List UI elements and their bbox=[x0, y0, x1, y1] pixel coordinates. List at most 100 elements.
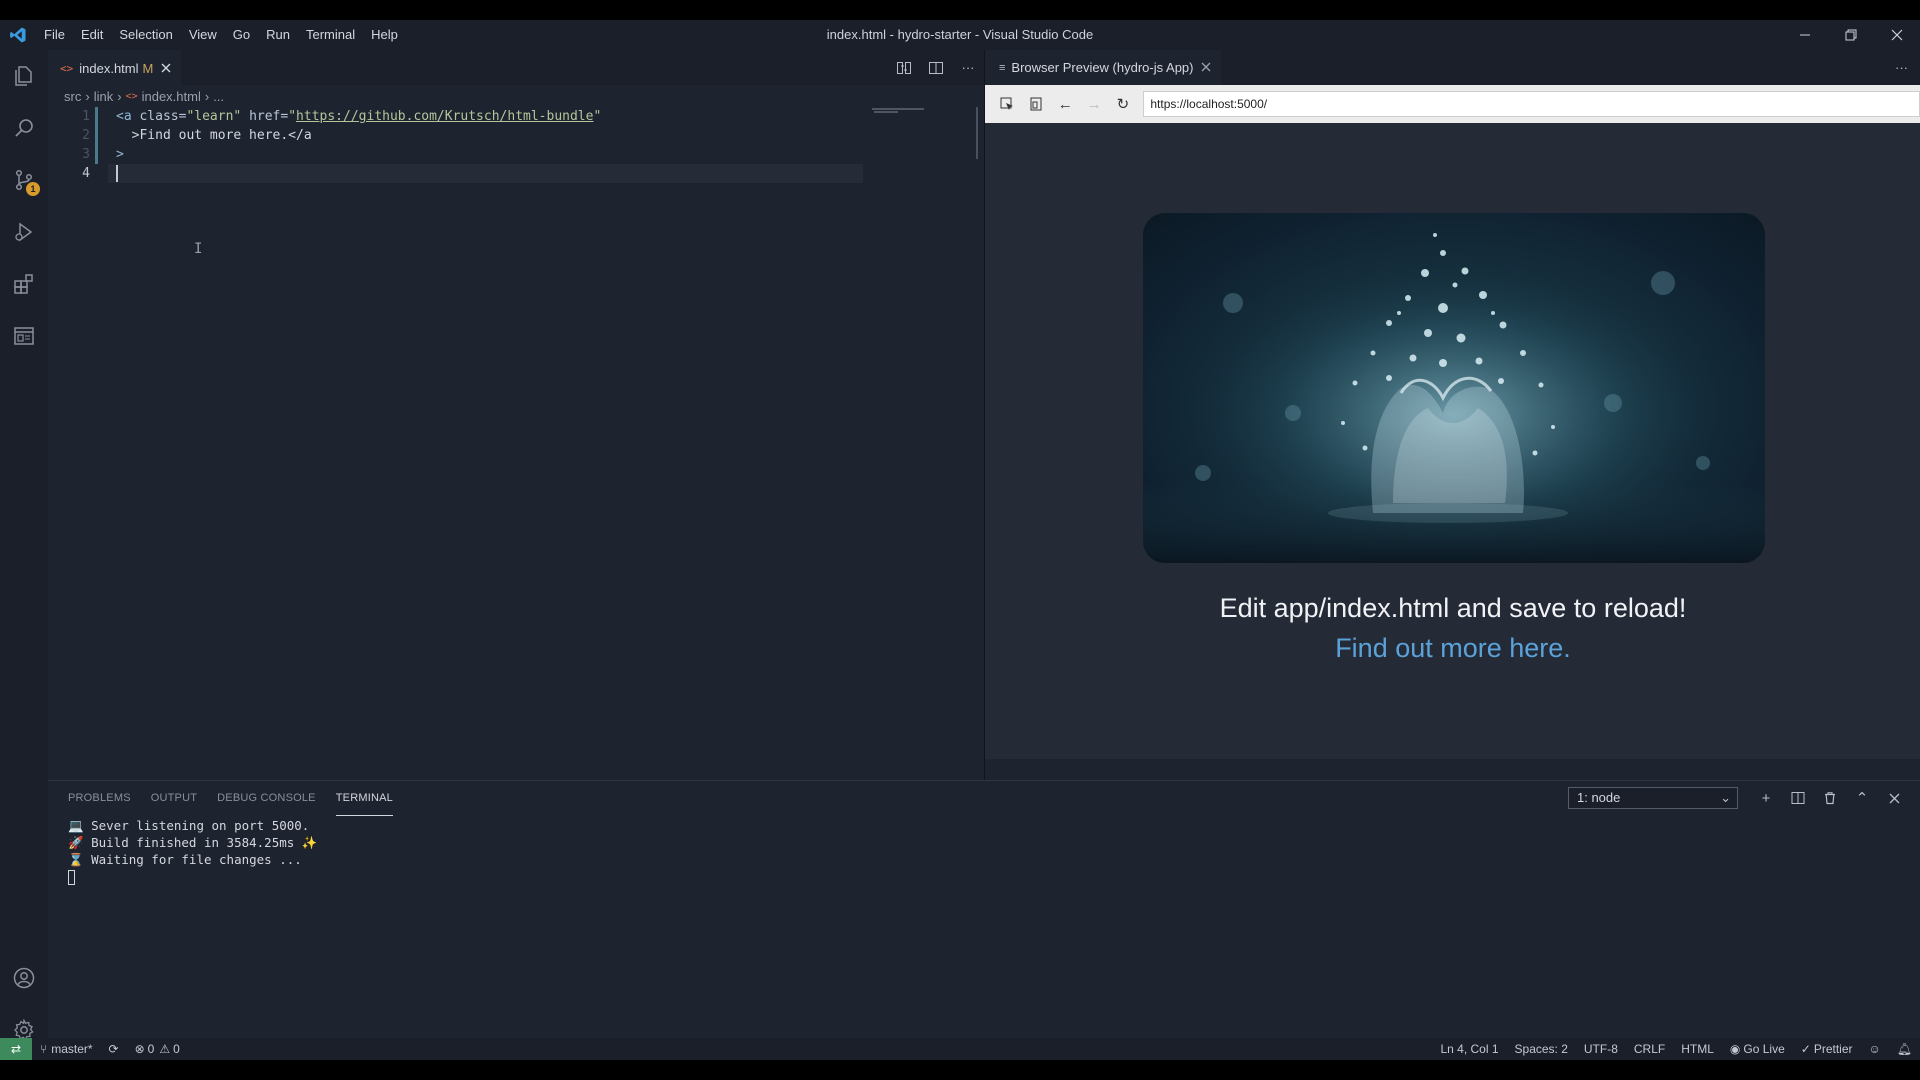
maximize-panel-button[interactable]: ⌃ bbox=[1846, 787, 1878, 809]
close-tab-button[interactable] bbox=[161, 61, 171, 76]
chevron-down-icon: ⌄ bbox=[1720, 790, 1731, 805]
more-actions-button[interactable]: ··· bbox=[952, 50, 984, 85]
breadcrumb: src › link › <> index.html › ... bbox=[48, 85, 984, 107]
notifications-button[interactable]: 🔔︎ bbox=[1889, 1042, 1920, 1056]
menu-view[interactable]: View bbox=[181, 20, 225, 50]
chevron-right-icon: › bbox=[117, 88, 122, 104]
accounts-button[interactable] bbox=[0, 954, 48, 1002]
code-editor[interactable]: 1 <a class="learn" href="https://github.… bbox=[48, 107, 868, 747]
editor-tabs: <> index.html M ··· bbox=[48, 50, 984, 85]
terminal-select[interactable]: 1: node ⌄ bbox=[1568, 787, 1738, 809]
split-icon bbox=[1791, 792, 1805, 804]
inspect-icon bbox=[1000, 97, 1014, 110]
branch-name: master* bbox=[51, 1042, 93, 1056]
encoding[interactable]: UTF-8 bbox=[1576, 1042, 1626, 1056]
breadcrumb-link[interactable]: link bbox=[94, 89, 114, 104]
menu-help[interactable]: Help bbox=[363, 20, 406, 50]
ellipsis-icon: ··· bbox=[1895, 60, 1908, 75]
editor-group: <> index.html M ··· src › link › <> inde… bbox=[48, 50, 984, 780]
modified-indicator: M bbox=[142, 60, 154, 76]
tab-browser-preview[interactable]: ≡ Browser Preview (hydro-js App) bbox=[985, 50, 1222, 85]
device-emulation-button[interactable] bbox=[1022, 89, 1051, 119]
menu-go[interactable]: Go bbox=[225, 20, 258, 50]
broadcast-icon: ◉ bbox=[1729, 1042, 1741, 1056]
inspect-button[interactable] bbox=[993, 89, 1022, 119]
split-terminal-button[interactable] bbox=[1782, 787, 1814, 809]
code-text: >Find out more here.</a bbox=[116, 128, 312, 143]
compare-changes-icon bbox=[897, 61, 911, 74]
menu-file[interactable]: File bbox=[36, 20, 73, 50]
chevron-up-icon: ⌃ bbox=[1855, 790, 1869, 807]
source-control-button[interactable]: 1 bbox=[0, 156, 48, 204]
cursor-position[interactable]: Ln 4, Col 1 bbox=[1432, 1042, 1506, 1056]
find-out-more-link[interactable]: Find out more here. bbox=[985, 633, 1920, 664]
feedback-button[interactable]: ☺ bbox=[1861, 1042, 1889, 1056]
remote-icon: ⇄ bbox=[10, 1042, 22, 1056]
back-button[interactable]: ← bbox=[1051, 89, 1080, 119]
files-icon bbox=[15, 66, 32, 86]
more-actions-button[interactable]: ··· bbox=[1895, 50, 1908, 85]
terminal-output[interactable]: 💻 Sever listening on port 5000. 🚀 Build … bbox=[68, 817, 317, 885]
page-heading: Edit app/index.html and save to reload! bbox=[1219, 593, 1687, 623]
tab-problems[interactable]: PROBLEMS bbox=[68, 781, 131, 816]
menu-run[interactable]: Run bbox=[258, 20, 298, 50]
go-live-button[interactable]: ◉ Go Live bbox=[1722, 1042, 1793, 1056]
go-live-label: Go Live bbox=[1743, 1042, 1785, 1056]
sync-button[interactable]: ⟳ bbox=[101, 1042, 127, 1056]
line-number: 1 bbox=[82, 109, 90, 124]
menu-bar: File Edit Selection View Go Run Terminal… bbox=[36, 20, 406, 50]
browser-preview-icon bbox=[14, 327, 34, 345]
prettier-status[interactable]: ✓ Prettier bbox=[1793, 1042, 1861, 1056]
close-window-button[interactable] bbox=[1874, 20, 1920, 50]
close-panel-button[interactable] bbox=[1878, 787, 1910, 809]
tab-label: Browser Preview (hydro-js App) bbox=[1011, 60, 1194, 75]
new-terminal-button[interactable]: + bbox=[1750, 787, 1782, 809]
close-icon bbox=[1891, 29, 1903, 41]
browser-preview-group: ≡ Browser Preview (hydro-js App) ··· ← →… bbox=[984, 50, 1920, 780]
code-line: 4 bbox=[48, 164, 868, 183]
menu-terminal[interactable]: Terminal bbox=[298, 20, 363, 50]
menu-selection[interactable]: Selection bbox=[111, 20, 180, 50]
status-bar: ⇄ ⑂ master* ⟳ ⊗ 0 ⚠ 0 Ln 4, Col 1 Spaces… bbox=[0, 1038, 1920, 1060]
run-debug-button[interactable] bbox=[0, 208, 48, 256]
open-changes-button[interactable] bbox=[888, 50, 920, 85]
kill-terminal-button[interactable] bbox=[1814, 787, 1846, 809]
breadcrumb-symbol[interactable]: ... bbox=[213, 89, 224, 104]
url-input[interactable]: https://localhost:5000/ bbox=[1143, 91, 1920, 117]
code-line: 1 <a class="learn" href="https://github.… bbox=[48, 107, 868, 126]
tab-terminal[interactable]: TERMINAL bbox=[335, 781, 393, 816]
chevron-right-icon: › bbox=[204, 88, 210, 104]
indentation[interactable]: Spaces: 2 bbox=[1507, 1042, 1576, 1056]
search-icon bbox=[15, 119, 33, 137]
restore-icon bbox=[1845, 29, 1857, 41]
minimize-button[interactable] bbox=[1782, 20, 1828, 50]
remote-indicator-button[interactable]: ⇄ bbox=[0, 1038, 32, 1060]
language-mode[interactable]: HTML bbox=[1673, 1042, 1722, 1056]
breadcrumb-src[interactable]: src bbox=[64, 89, 81, 104]
menu-edit[interactable]: Edit bbox=[73, 20, 111, 50]
tab-debug-console[interactable]: DEBUG CONSOLE bbox=[217, 781, 316, 816]
search-button[interactable] bbox=[0, 104, 48, 152]
device-icon bbox=[1030, 97, 1042, 111]
problems-status[interactable]: ⊗ 0 ⚠ 0 bbox=[127, 1042, 188, 1056]
reload-button[interactable]: ↻ bbox=[1109, 89, 1138, 119]
forward-button[interactable]: → bbox=[1080, 89, 1109, 119]
prettier-label: Prettier bbox=[1813, 1042, 1853, 1056]
split-editor-button[interactable] bbox=[920, 50, 952, 85]
scrollbar-slider[interactable] bbox=[976, 107, 978, 159]
branch-status[interactable]: ⑂ master* bbox=[32, 1042, 101, 1056]
git-branch-icon: ⑂ bbox=[40, 1042, 48, 1056]
close-tab-button[interactable] bbox=[1201, 60, 1211, 75]
minimap[interactable] bbox=[864, 107, 984, 747]
tab-index-html[interactable]: <> index.html M bbox=[48, 50, 182, 85]
browser-preview-button[interactable] bbox=[0, 312, 48, 360]
tab-output[interactable]: OUTPUT bbox=[151, 781, 197, 816]
explorer-button[interactable] bbox=[0, 52, 48, 100]
text-caret bbox=[116, 165, 118, 182]
extensions-button[interactable] bbox=[0, 260, 48, 308]
line-number: 3 bbox=[82, 147, 90, 162]
breadcrumb-file[interactable]: index.html bbox=[142, 89, 201, 104]
line-ending[interactable]: CRLF bbox=[1626, 1042, 1673, 1056]
restore-button[interactable] bbox=[1828, 20, 1874, 50]
bell-icon: 🔔︎ bbox=[1896, 1042, 1912, 1056]
